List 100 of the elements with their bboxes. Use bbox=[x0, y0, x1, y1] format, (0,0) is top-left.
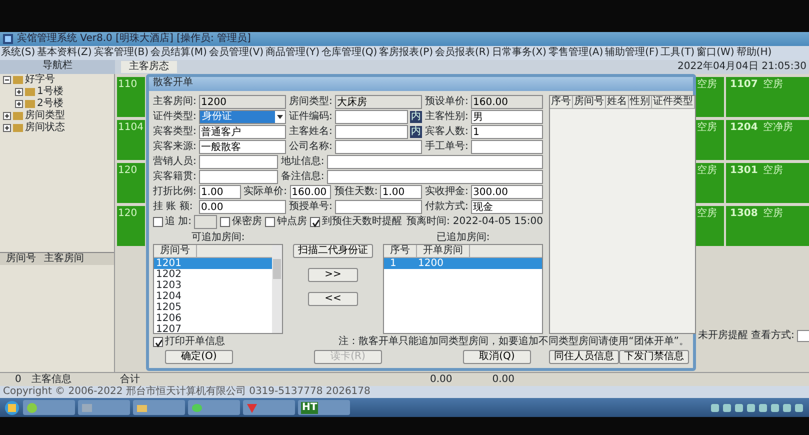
field-value: 2022-04-05 15:00 bbox=[452, 216, 543, 228]
input-field[interactable]: 300.00 bbox=[471, 185, 544, 199]
field-label: 付款方式: bbox=[425, 201, 470, 213]
field-label: 预授单号: bbox=[289, 201, 334, 213]
list-row[interactable]: 1206 bbox=[154, 313, 272, 324]
tree-item[interactable]: 2号楼 bbox=[37, 98, 64, 110]
action-button[interactable]: << bbox=[308, 292, 358, 306]
menu-item[interactable]: 会员管理(V) bbox=[208, 47, 265, 59]
window-title: 宾馆管理系统 Ver8.0 [明珠大酒店] [操作员: 管理员] bbox=[17, 33, 251, 45]
panel-button[interactable]: 下发门禁信息 bbox=[619, 350, 689, 364]
field-label: 预设单价: bbox=[425, 96, 470, 108]
field-label: 公司名称: bbox=[289, 141, 334, 153]
menu-item[interactable]: 宾客管理(B) bbox=[92, 47, 150, 59]
field-label: 备注信息: bbox=[280, 171, 326, 183]
checkbox[interactable] bbox=[153, 217, 163, 227]
field-label: 预住天数: bbox=[334, 186, 379, 198]
input-field[interactable]: 现金 bbox=[471, 200, 543, 214]
input-field[interactable]: 普通客户 bbox=[199, 125, 286, 139]
dropdown-field[interactable]: 身份证 bbox=[199, 110, 286, 124]
field-label: 手工单号: bbox=[425, 141, 470, 153]
checkbox[interactable] bbox=[265, 217, 275, 227]
room-status: 空房 bbox=[762, 208, 783, 221]
tab[interactable]: 主客房态 bbox=[121, 61, 177, 73]
menu-item[interactable]: 系统(S) bbox=[0, 47, 36, 59]
list-row[interactable]: 1202 bbox=[154, 269, 272, 280]
menu-item[interactable]: 商品管理(Y) bbox=[264, 47, 320, 59]
field-label: 宾客籍贯: bbox=[153, 171, 198, 183]
field-label: 主客性别: bbox=[425, 111, 470, 123]
checkbox-label: 到预住天数时提醒 bbox=[322, 216, 402, 228]
input-field[interactable] bbox=[335, 140, 422, 154]
column-header: 房间号 bbox=[573, 96, 606, 108]
input-field[interactable] bbox=[335, 110, 408, 124]
menu-item[interactable]: 会员报表(R) bbox=[434, 47, 491, 59]
menu-item[interactable]: 客房报表(P) bbox=[378, 47, 434, 59]
action-button[interactable]: 扫描二代身份证 bbox=[293, 244, 373, 258]
lookup-button[interactable]: 内 bbox=[410, 126, 422, 138]
column-header: 主客房间 bbox=[44, 253, 84, 265]
list-row[interactable]: 1207 bbox=[154, 324, 272, 333]
start-icon bbox=[4, 400, 20, 416]
taskbar-item[interactable]: HT bbox=[298, 400, 350, 415]
input-field[interactable] bbox=[335, 200, 422, 214]
checkbox[interactable] bbox=[153, 336, 163, 346]
input-field[interactable]: 大床房 bbox=[335, 95, 422, 109]
column-header: 房间号 bbox=[6, 253, 36, 265]
panel-button[interactable]: 同住人员信息 bbox=[549, 350, 619, 364]
menu-item[interactable]: 基本资料(Z) bbox=[36, 47, 93, 59]
total-value: 0.00 bbox=[492, 374, 515, 386]
taskbar-item[interactable] bbox=[133, 400, 185, 415]
menu-item[interactable]: 窗口(W) bbox=[696, 47, 736, 59]
input-field[interactable] bbox=[471, 140, 543, 154]
room-status: 空净房 bbox=[762, 122, 793, 135]
tree-item[interactable]: 好字号 bbox=[25, 74, 55, 86]
field-label: 实际单价: bbox=[244, 186, 288, 198]
menu-item[interactable]: 零售管理(A) bbox=[547, 47, 604, 59]
list-row[interactable]: 1203 bbox=[154, 280, 272, 291]
hint-label: 未开房提醒 bbox=[698, 330, 748, 342]
input-field[interactable]: 男 bbox=[471, 110, 543, 124]
column-header: 证件类型 bbox=[652, 96, 695, 108]
menu-item[interactable]: 帮助(H) bbox=[735, 47, 773, 59]
list-row[interactable]: 1204 bbox=[154, 291, 272, 302]
checkbox[interactable] bbox=[310, 217, 320, 227]
dialog-title: 散客开单 bbox=[149, 77, 693, 91]
menu-item[interactable]: 会员结算(M) bbox=[149, 47, 208, 59]
app-icon: HT bbox=[301, 402, 318, 414]
field-label: 证件编码: bbox=[289, 111, 334, 123]
field-label: 预离时间: bbox=[406, 216, 450, 228]
input-field[interactable]: 0.00 bbox=[199, 200, 286, 214]
input-field[interactable] bbox=[199, 155, 278, 169]
input-field[interactable]: 1.00 bbox=[380, 185, 422, 199]
dialog-button[interactable]: 确定(O) bbox=[165, 350, 233, 364]
input-field[interactable]: 一般散客 bbox=[199, 140, 286, 154]
column-header: 性别 bbox=[629, 96, 652, 108]
list-title: 已追加房间: bbox=[435, 232, 491, 244]
input-field[interactable]: 1.00 bbox=[199, 185, 241, 199]
lookup-button[interactable]: 内 bbox=[410, 111, 422, 123]
checkbox[interactable] bbox=[220, 217, 230, 227]
input-field[interactable]: 1200 bbox=[199, 95, 286, 109]
app-icon bbox=[26, 402, 38, 414]
input-field[interactable] bbox=[335, 125, 408, 139]
list-row[interactable]: 1205 bbox=[154, 302, 272, 313]
chat-icon bbox=[191, 402, 203, 414]
app-icon bbox=[246, 402, 258, 414]
input-field[interactable]: 160.00 bbox=[290, 185, 332, 199]
menu-item[interactable]: 仓库管理(Q) bbox=[320, 47, 378, 59]
menu-item[interactable]: 工具(T) bbox=[660, 47, 696, 59]
menu-item[interactable]: 辅助管理(F) bbox=[604, 47, 660, 59]
footer-label: 主客信息 bbox=[31, 374, 72, 386]
input-field[interactable] bbox=[199, 170, 278, 184]
column-header: 序号 bbox=[550, 96, 573, 108]
field-label: 打折比例: bbox=[153, 186, 198, 198]
tree-item[interactable]: 房间状态 bbox=[25, 122, 65, 134]
menu-item[interactable]: 日常事务(X) bbox=[490, 47, 548, 59]
tree-item[interactable]: 1号楼 bbox=[37, 86, 64, 98]
input-field[interactable]: 1 bbox=[471, 125, 543, 139]
action-button[interactable]: >> bbox=[308, 268, 358, 282]
input-field[interactable]: 160.00 bbox=[471, 95, 543, 109]
tree-item[interactable]: 房间类型 bbox=[25, 110, 65, 122]
input-field[interactable] bbox=[326, 170, 543, 184]
dialog-button[interactable]: 取消(Q) bbox=[463, 350, 531, 364]
input-field[interactable] bbox=[326, 155, 543, 169]
